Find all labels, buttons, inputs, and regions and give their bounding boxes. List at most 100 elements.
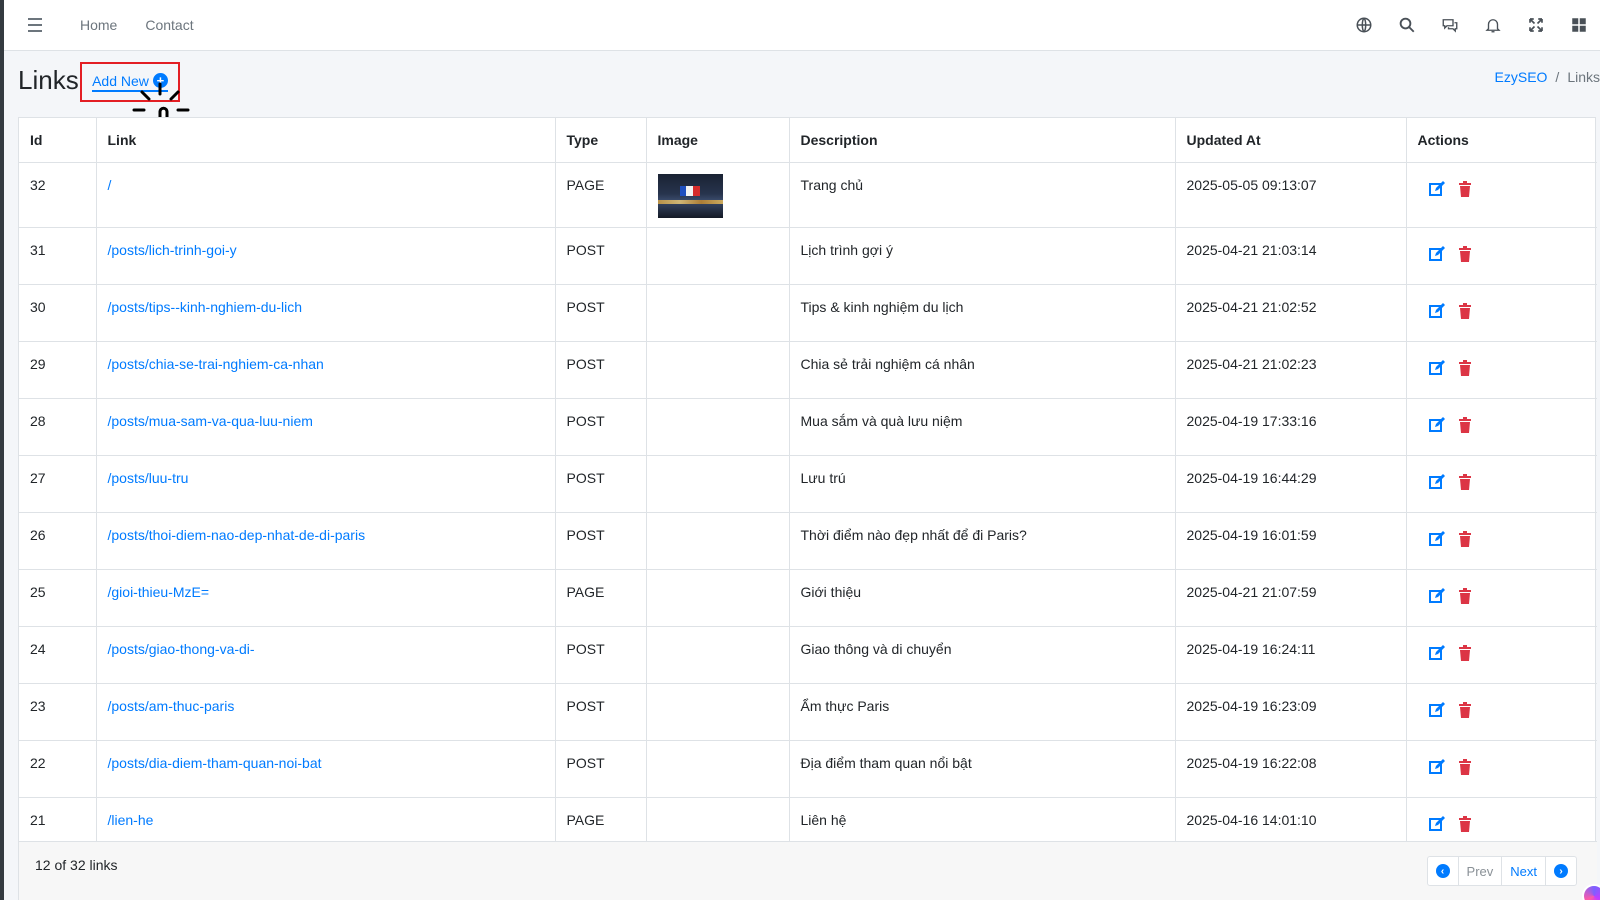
- table-row: 25/gioi-thieu-MzE= PAGE Giới thiệu 2025-04-…: [19, 569, 1597, 627]
- link-url[interactable]: /posts/thoi-diem-nao-dep-nhat-de-di-pari…: [108, 527, 366, 543]
- cell-link: /: [96, 162, 556, 228]
- cell-image: [646, 227, 790, 285]
- cell-type: POST: [555, 740, 647, 798]
- column-header-image[interactable]: Image: [646, 118, 790, 163]
- link-url[interactable]: /lien-he: [108, 812, 154, 828]
- nav-link-contact[interactable]: Contact: [131, 17, 207, 33]
- delete-icon[interactable]: [1457, 701, 1473, 718]
- delete-icon[interactable]: [1457, 644, 1473, 661]
- edit-icon[interactable]: [1428, 644, 1445, 661]
- delete-icon[interactable]: [1457, 416, 1473, 433]
- cell-image: [646, 341, 790, 399]
- fullscreen-icon[interactable]: [1514, 0, 1557, 51]
- table-row: 23/posts/am-thuc-paris POST Ẩm thực Paris 2…: [19, 683, 1597, 741]
- cell-image: [646, 740, 790, 798]
- delete-icon[interactable]: [1457, 758, 1473, 775]
- column-header-type[interactable]: Type: [555, 118, 647, 163]
- edit-icon[interactable]: [1428, 416, 1445, 433]
- first-page-button[interactable]: ‹: [1428, 857, 1459, 885]
- cell-id: 31: [19, 227, 97, 285]
- column-header-updated-at[interactable]: Updated At: [1175, 118, 1407, 163]
- column-header-link[interactable]: Link: [96, 118, 556, 163]
- menu-toggle-icon[interactable]: [22, 12, 48, 38]
- edit-icon[interactable]: [1428, 587, 1445, 604]
- cell-description: Lưu trú: [789, 455, 1176, 513]
- chat-icon[interactable]: [1428, 0, 1471, 51]
- cell-id: 23: [19, 683, 97, 741]
- cell-id: 30: [19, 284, 97, 342]
- delete-icon[interactable]: [1457, 587, 1473, 604]
- link-url[interactable]: /: [108, 177, 112, 193]
- column-header-description[interactable]: Description: [789, 118, 1176, 163]
- thumbnail-image[interactable]: [657, 173, 723, 218]
- apps-grid-icon[interactable]: [1557, 0, 1600, 51]
- cell-actions: [1406, 569, 1597, 627]
- edit-icon[interactable]: [1428, 302, 1445, 319]
- table-row: 27/posts/luu-tru POST Lưu trú 2025-04-19 16…: [19, 455, 1597, 513]
- edit-icon[interactable]: [1428, 359, 1445, 376]
- cell-id: 26: [19, 512, 97, 570]
- cell-image: [646, 455, 790, 513]
- table-row: 30/posts/tips--kinh-nghiem-du-lich POST Ti…: [19, 284, 1597, 342]
- edit-icon[interactable]: [1428, 530, 1445, 547]
- floating-widget-icon[interactable]: [1582, 884, 1600, 900]
- prev-button[interactable]: Prev: [1459, 857, 1503, 885]
- edit-icon[interactable]: [1428, 815, 1445, 832]
- table-row: 28/posts/mua-sam-va-qua-luu-niem POST Mua …: [19, 398, 1597, 456]
- cell-description: Ẩm thực Paris: [789, 683, 1176, 741]
- globe-icon[interactable]: [1342, 0, 1385, 51]
- cell-link: /posts/tips--kinh-nghiem-du-lich: [96, 284, 556, 342]
- cell-image: [646, 512, 790, 570]
- cell-type: POST: [555, 284, 647, 342]
- cell-updated-at: 2025-04-19 16:22:08: [1175, 740, 1407, 798]
- table-row: 32 / PAGE Trang chủ 2025-05-05 09:13:07: [19, 162, 1597, 228]
- cell-id: 29: [19, 341, 97, 399]
- cell-actions: [1406, 284, 1597, 342]
- cell-description: Giao thông và di chuyển: [789, 626, 1176, 684]
- cell-type: PAGE: [555, 569, 647, 627]
- bell-icon[interactable]: [1471, 0, 1514, 51]
- edit-icon[interactable]: [1428, 701, 1445, 718]
- link-url[interactable]: /posts/lich-trinh-goi-y: [108, 242, 237, 258]
- table-header-row: Id Link Type Image Description Updated A…: [19, 118, 1597, 163]
- cell-link: /posts/dia-diem-tham-quan-noi-bat: [96, 740, 556, 798]
- link-url[interactable]: /posts/tips--kinh-nghiem-du-lich: [108, 299, 303, 315]
- link-url[interactable]: /posts/giao-thong-va-di-: [108, 641, 255, 657]
- cell-link: /posts/luu-tru: [96, 455, 556, 513]
- delete-icon[interactable]: [1457, 302, 1473, 319]
- link-url[interactable]: /posts/am-thuc-paris: [108, 698, 235, 714]
- edit-icon[interactable]: [1428, 473, 1445, 490]
- sidebar-edge: [0, 0, 4, 900]
- table-row: 26/posts/thoi-diem-nao-dep-nhat-de-di-pa…: [19, 512, 1597, 570]
- edit-icon[interactable]: [1428, 245, 1445, 262]
- column-header-id[interactable]: Id: [19, 118, 97, 163]
- cell-actions: [1406, 341, 1597, 399]
- cell-updated-at: 2025-04-21 21:03:14: [1175, 227, 1407, 285]
- link-url[interactable]: /posts/mua-sam-va-qua-luu-niem: [108, 413, 313, 429]
- cell-image: [646, 398, 790, 456]
- table-row: 29/posts/chia-se-trai-nghiem-ca-nhan POST…: [19, 341, 1597, 399]
- delete-icon[interactable]: [1457, 473, 1473, 490]
- nav-link-home[interactable]: Home: [66, 17, 131, 33]
- edit-icon[interactable]: [1428, 180, 1445, 197]
- breadcrumb-home[interactable]: EzySEO: [1495, 69, 1548, 85]
- delete-icon[interactable]: [1457, 530, 1473, 547]
- link-url[interactable]: /posts/dia-diem-tham-quan-noi-bat: [108, 755, 322, 771]
- cell-id: 27: [19, 455, 97, 513]
- next-button[interactable]: Next: [1502, 857, 1546, 885]
- delete-icon[interactable]: [1457, 815, 1473, 832]
- cell-type: POST: [555, 227, 647, 285]
- cell-id: 24: [19, 626, 97, 684]
- delete-icon[interactable]: [1457, 245, 1473, 262]
- link-url[interactable]: /posts/luu-tru: [108, 470, 189, 486]
- delete-icon[interactable]: [1457, 180, 1473, 197]
- content-header: Links Add New + EzySEO / Links: [4, 51, 1600, 117]
- last-page-button[interactable]: ›: [1546, 857, 1576, 885]
- cell-link: /posts/chia-se-trai-nghiem-ca-nhan: [96, 341, 556, 399]
- link-url[interactable]: /posts/chia-se-trai-nghiem-ca-nhan: [108, 356, 324, 372]
- edit-icon[interactable]: [1428, 758, 1445, 775]
- delete-icon[interactable]: [1457, 359, 1473, 376]
- link-url[interactable]: /gioi-thieu-MzE=: [108, 584, 210, 600]
- search-icon[interactable]: [1385, 0, 1428, 51]
- cell-type: POST: [555, 398, 647, 456]
